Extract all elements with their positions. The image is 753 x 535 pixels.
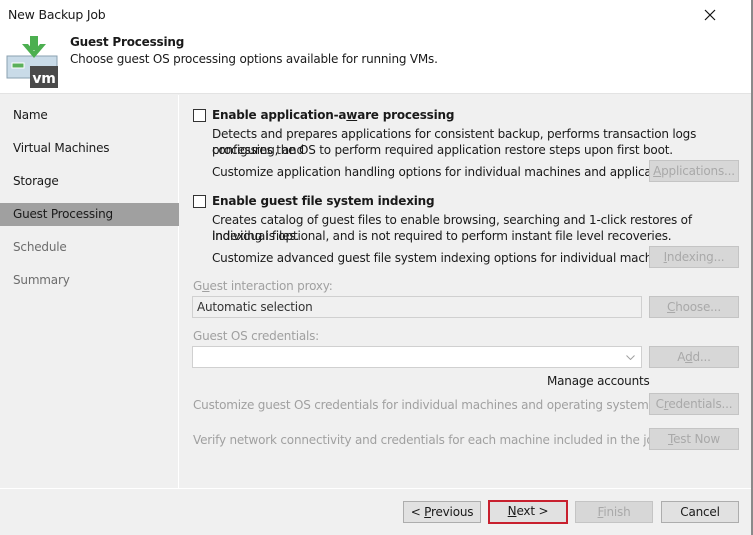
credentials-label: Guest OS credentials: [193, 329, 320, 343]
button-label: C [655, 397, 664, 411]
indexing-customize-text: Customize advanced guest file system ind… [212, 251, 676, 265]
mnemonic: P [424, 505, 431, 519]
button-label: hoose... [675, 300, 721, 314]
button-label: ndexing... [666, 250, 725, 264]
app-aware-checkbox[interactable] [193, 109, 206, 122]
button-label: d... [692, 350, 711, 364]
button-label: pplications... [661, 164, 735, 178]
step-subtitle: Choose guest OS processing options avail… [70, 52, 438, 66]
credentials-button[interactable]: Credentials... [649, 393, 739, 415]
button-label: est Now [673, 432, 720, 446]
credentials-dropdown[interactable] [192, 346, 642, 368]
close-button[interactable] [698, 4, 722, 26]
button-label: ext > [516, 504, 549, 518]
cancel-button[interactable]: Cancel [661, 501, 739, 523]
indexing-checkbox[interactable] [193, 195, 206, 208]
manage-accounts-link[interactable]: Manage accounts [547, 373, 650, 389]
chevron-down-icon [626, 355, 635, 360]
app-aware-label[interactable]: Enable application-aware processing [212, 108, 454, 122]
indexing-label[interactable]: Enable guest file system indexing [212, 194, 435, 208]
proxy-label: Guest interaction proxy: [193, 278, 333, 294]
finish-button[interactable]: Finish [575, 501, 653, 523]
previous-button[interactable]: < Previous [403, 501, 481, 523]
wizard-header: New Backup Job vm Guest Processing Choos… [0, 0, 751, 94]
sidebar-item-schedule[interactable]: Schedule [0, 236, 179, 259]
close-x-icon [704, 9, 716, 21]
button-label: A [677, 350, 686, 364]
button-label: revious [431, 505, 474, 519]
label-text: G [193, 279, 203, 293]
indexing-button[interactable]: Indexing... [649, 246, 739, 268]
mnemonic: A [653, 164, 662, 178]
test-now-button[interactable]: Test Now [649, 428, 739, 450]
next-button[interactable]: Next > [488, 500, 568, 524]
choose-proxy-button[interactable]: Choose... [649, 296, 739, 318]
mnemonic: u [202, 279, 210, 293]
add-credentials-button[interactable]: Add... [649, 346, 739, 368]
wizard-footer: < Previous Next > Finish Cancel [0, 488, 751, 535]
vm-backup-download-icon: vm [6, 36, 58, 88]
customize-credentials-text: Customize guest OS credentials for indiv… [193, 398, 655, 412]
app-aware-customize-text: Customize application handling options f… [212, 165, 680, 179]
verify-text: Verify network connectivity and credenti… [193, 433, 661, 447]
svg-text:vm: vm [32, 71, 55, 87]
guest-processing-panel: Enable application-aware processing Dete… [180, 95, 751, 488]
button-label: < [410, 505, 425, 519]
sidebar-item-name[interactable]: Name [0, 104, 179, 127]
proxy-field[interactable]: Automatic selection [192, 296, 642, 318]
step-title: Guest Processing [70, 35, 185, 49]
sidebar-item-storage[interactable]: Storage [0, 170, 179, 193]
mnemonic: C [667, 300, 676, 314]
mnemonic: w [346, 108, 358, 122]
label-text: est interaction proxy: [209, 279, 333, 293]
label-text: are processing [357, 108, 455, 122]
sidebar-item-guest-processing[interactable]: Guest Processing [0, 203, 179, 226]
indexing-description-2: Indexing is optional, and is not require… [212, 229, 672, 243]
button-label: inish [603, 505, 631, 519]
label-text: Enable application-a [212, 108, 347, 122]
sidebar-item-summary[interactable]: Summary [0, 269, 179, 292]
wizard-steps-sidebar: Name Virtual Machines Storage Guest Proc… [0, 95, 179, 488]
button-label: edentials... [668, 397, 733, 411]
window-title: New Backup Job [8, 7, 106, 22]
applications-button[interactable]: Applications... [649, 160, 739, 182]
sidebar-item-virtual-machines[interactable]: Virtual Machines [0, 137, 179, 160]
app-aware-description-2: configures the OS to perform required ap… [212, 143, 673, 157]
